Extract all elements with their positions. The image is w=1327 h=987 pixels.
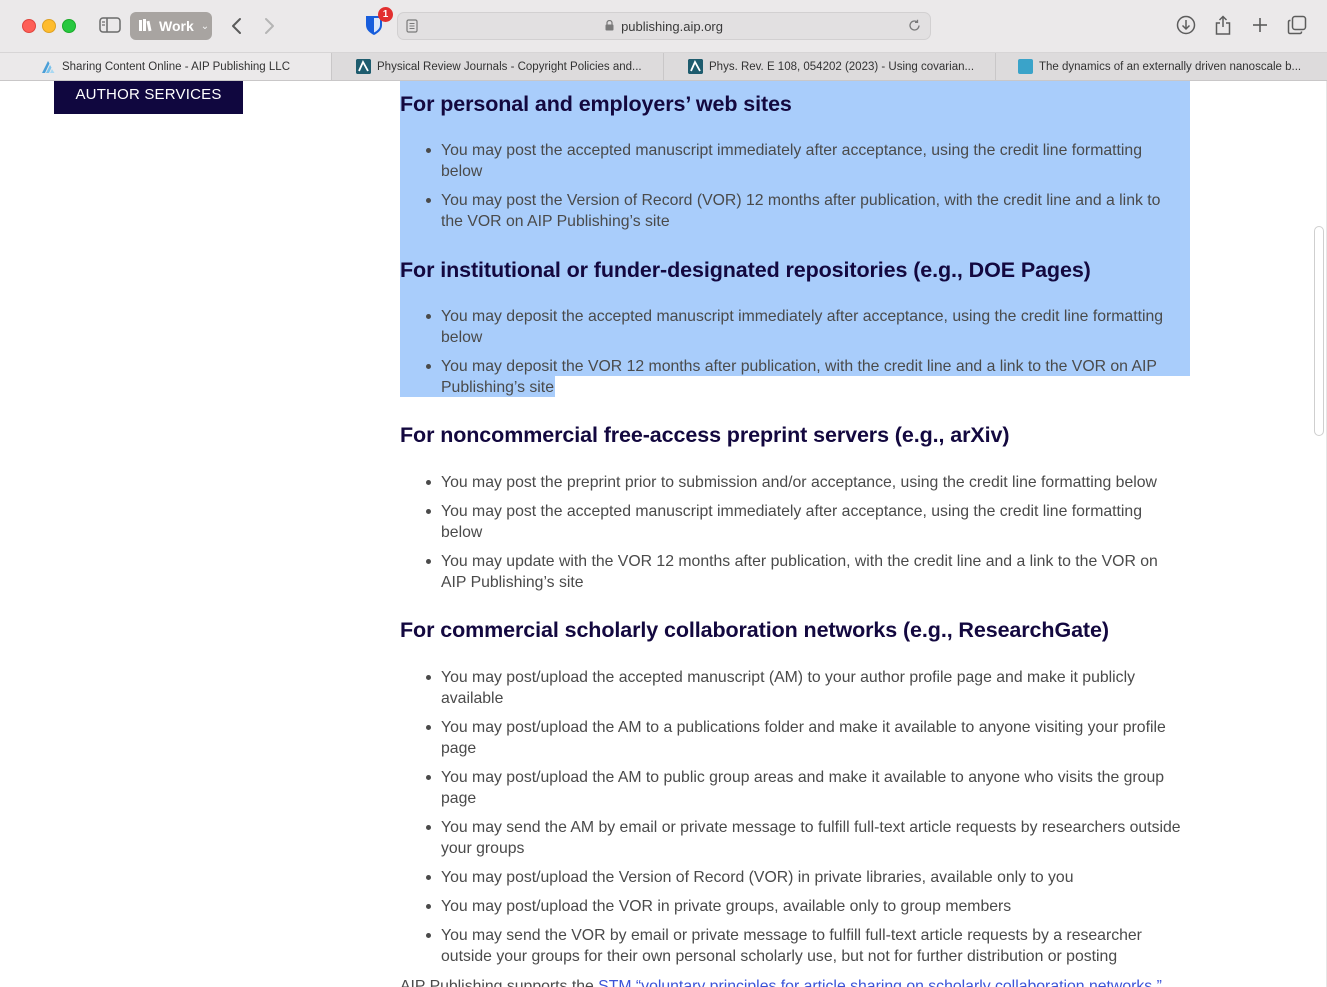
stm-principles-link[interactable]: STM “voluntary principles for article sh…	[598, 978, 1162, 987]
list-item: You may deposit the VOR 12 months after …	[426, 356, 1186, 398]
tab-sharing-content[interactable]: Sharing Content Online - AIP Publishing …	[0, 53, 332, 80]
section-heading: For institutional or funder-designated r…	[400, 258, 1091, 282]
extension-badge: 1	[378, 7, 393, 22]
tab-title: Phys. Rev. E 108, 054202 (2023) - Using …	[709, 60, 975, 73]
tab-strip: Sharing Content Online - AIP Publishing …	[0, 53, 1327, 81]
tab-title: Sharing Content Online - AIP Publishing …	[61, 60, 290, 73]
list-item: You may update with the VOR 12 months af…	[426, 551, 1186, 593]
download-icon[interactable]	[1175, 14, 1197, 36]
tab-physical-review[interactable]: Physical Review Journals - Copyright Pol…	[332, 53, 664, 80]
profile-name: Work	[159, 18, 194, 34]
tab-overview-icon[interactable]	[1286, 14, 1308, 36]
new-tab-icon[interactable]	[1249, 14, 1271, 36]
tab-phys-rev-e[interactable]: Phys. Rev. E 108, 054202 (2023) - Using …	[664, 53, 996, 80]
list-item: You may send the AM by email or private …	[426, 817, 1186, 859]
profile-switcher[interactable]: Work ⌄	[130, 12, 212, 40]
footer-text: AIP Publishing supports the	[400, 978, 599, 987]
list-item: You may post/upload the AM to a publicat…	[426, 717, 1186, 759]
books-icon	[138, 18, 154, 35]
list-item: You may deposit the accepted manuscript …	[426, 306, 1186, 348]
sidebar-toggle-icon[interactable]	[98, 15, 122, 35]
reload-icon[interactable]	[908, 19, 922, 33]
list-item: You may send the VOR by email or private…	[426, 925, 1186, 967]
back-arrow-icon[interactable]	[226, 14, 246, 38]
list-item: You may post/upload the VOR in private g…	[426, 896, 1186, 917]
close-window-button[interactable]	[22, 19, 36, 33]
section-heading: For commercial scholarly collaboration n…	[400, 618, 1109, 642]
list-item: You may post/upload the accepted manuscr…	[426, 667, 1186, 709]
list-item: You may post/upload the AM to public gro…	[426, 767, 1186, 809]
section-heading: For noncommercial free-access preprint s…	[400, 423, 1010, 447]
list-item: You may post/upload the Version of Recor…	[426, 867, 1186, 888]
tab-title: Physical Review Journals - Copyright Pol…	[377, 60, 642, 73]
minimize-window-button[interactable]	[42, 19, 56, 33]
author-services-button[interactable]: AUTHOR SERVICES	[54, 81, 243, 114]
list-item: You may post the preprint prior to submi…	[426, 472, 1186, 493]
address-bar[interactable]: publishing.aip.org	[397, 12, 931, 40]
aps-logo-icon	[356, 59, 371, 74]
scrollbar-thumb[interactable]	[1314, 226, 1324, 436]
aps-logo-icon	[688, 59, 703, 74]
chevron-down-icon: ⌄	[200, 20, 210, 32]
list-item: You may post the accepted manuscript imm…	[426, 501, 1186, 543]
url-text: publishing.aip.org	[621, 19, 723, 34]
forward-arrow-icon[interactable]	[260, 14, 280, 38]
lock-icon	[605, 19, 617, 34]
page-content: AUTHOR SERVICES For personal and employe…	[0, 81, 1327, 987]
journal-logo-icon	[1018, 59, 1033, 74]
list-item: You may post the accepted manuscript imm…	[426, 140, 1186, 182]
browser-toolbar: Work ⌄ 1 publishing.aip.org	[0, 0, 1327, 53]
zoom-window-button[interactable]	[62, 19, 76, 33]
share-icon[interactable]	[1212, 13, 1234, 37]
tab-nanoscale[interactable]: The dynamics of an externally driven nan…	[996, 53, 1327, 80]
aip-logo-icon	[41, 59, 56, 74]
section-heading: For personal and employers’ web sites	[400, 92, 792, 116]
footer-paragraph: AIP Publishing supports the STM “volunta…	[400, 978, 1162, 987]
tab-title: The dynamics of an externally driven nan…	[1039, 60, 1302, 73]
list-item: You may post the Version of Record (VOR)…	[426, 190, 1186, 232]
